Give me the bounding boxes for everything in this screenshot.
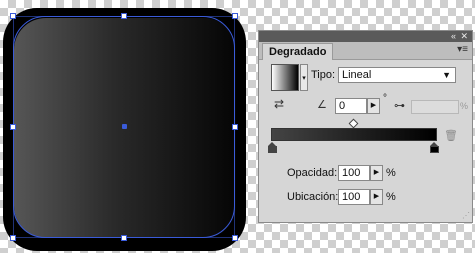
angle-stepper[interactable]: ▶ xyxy=(367,98,380,114)
location-input[interactable]: 100 xyxy=(338,189,370,205)
opacity-input[interactable]: 100 xyxy=(338,165,370,181)
gradient-swatch[interactable] xyxy=(271,64,299,91)
swatch-dropdown-icon[interactable]: ▾ xyxy=(300,64,308,91)
location-value: 100 xyxy=(342,191,361,203)
trash-icon[interactable]: 🗑 xyxy=(444,129,458,142)
handle-top-left[interactable] xyxy=(10,13,16,19)
tipo-label: Tipo: xyxy=(311,69,336,81)
gradient-slider-bar[interactable] xyxy=(271,128,437,141)
angle-unit: ° xyxy=(383,93,387,104)
opacity-value: 100 xyxy=(342,167,361,179)
handle-middle-right[interactable] xyxy=(232,124,238,130)
panel-title-bar[interactable]: « ✕ xyxy=(259,31,472,42)
aspect-ratio-icon: ⊶ xyxy=(394,100,405,112)
resize-grip-icon[interactable]: ⋰ xyxy=(462,211,470,220)
tipo-select[interactable]: Lineal ▼ xyxy=(338,67,456,83)
collapse-icon[interactable]: « xyxy=(451,31,456,42)
angle-icon: ∠ xyxy=(317,99,327,111)
handle-bottom-left[interactable] xyxy=(10,235,16,241)
center-point xyxy=(122,124,127,129)
location-unit: % xyxy=(386,191,396,203)
location-stepper[interactable]: ▶ xyxy=(370,189,383,205)
angle-input[interactable]: 0 xyxy=(335,98,367,114)
angle-value: 0 xyxy=(339,100,346,112)
handle-bottom-center[interactable] xyxy=(121,235,127,241)
panel-menu-icon[interactable]: ▾≡ xyxy=(457,44,468,55)
close-icon[interactable]: ✕ xyxy=(460,31,468,42)
handle-top-center[interactable] xyxy=(121,13,127,19)
aspect-ratio-input xyxy=(411,100,459,114)
tab-label: Degradado xyxy=(269,46,327,58)
opacity-label: Opacidad: xyxy=(287,167,338,179)
gradient-panel: « ✕ Degradado ▾≡ ▾ Tipo: Lineal ▼ ⇄ ∠ 0 … xyxy=(258,30,473,223)
opacity-stepper[interactable]: ▶ xyxy=(370,165,383,181)
reverse-gradient-icon[interactable]: ⇄ xyxy=(274,97,284,111)
gradient-midpoint-diamond[interactable] xyxy=(348,118,359,129)
handle-top-right[interactable] xyxy=(232,13,238,19)
handle-middle-left[interactable] xyxy=(10,124,16,130)
location-label: Ubicación: xyxy=(287,191,339,203)
handle-bottom-right[interactable] xyxy=(232,235,238,241)
panel-tab-row: Degradado ▾≡ xyxy=(259,42,472,60)
opacity-unit: % xyxy=(386,167,396,179)
gradient-stop-start[interactable] xyxy=(268,142,277,153)
aspect-unit: % xyxy=(460,101,469,111)
tipo-value: Lineal xyxy=(342,69,372,81)
chevron-down-icon: ▼ xyxy=(442,70,451,80)
gradient-stop-end[interactable] xyxy=(430,142,439,153)
tab-degradado[interactable]: Degradado xyxy=(262,43,334,60)
